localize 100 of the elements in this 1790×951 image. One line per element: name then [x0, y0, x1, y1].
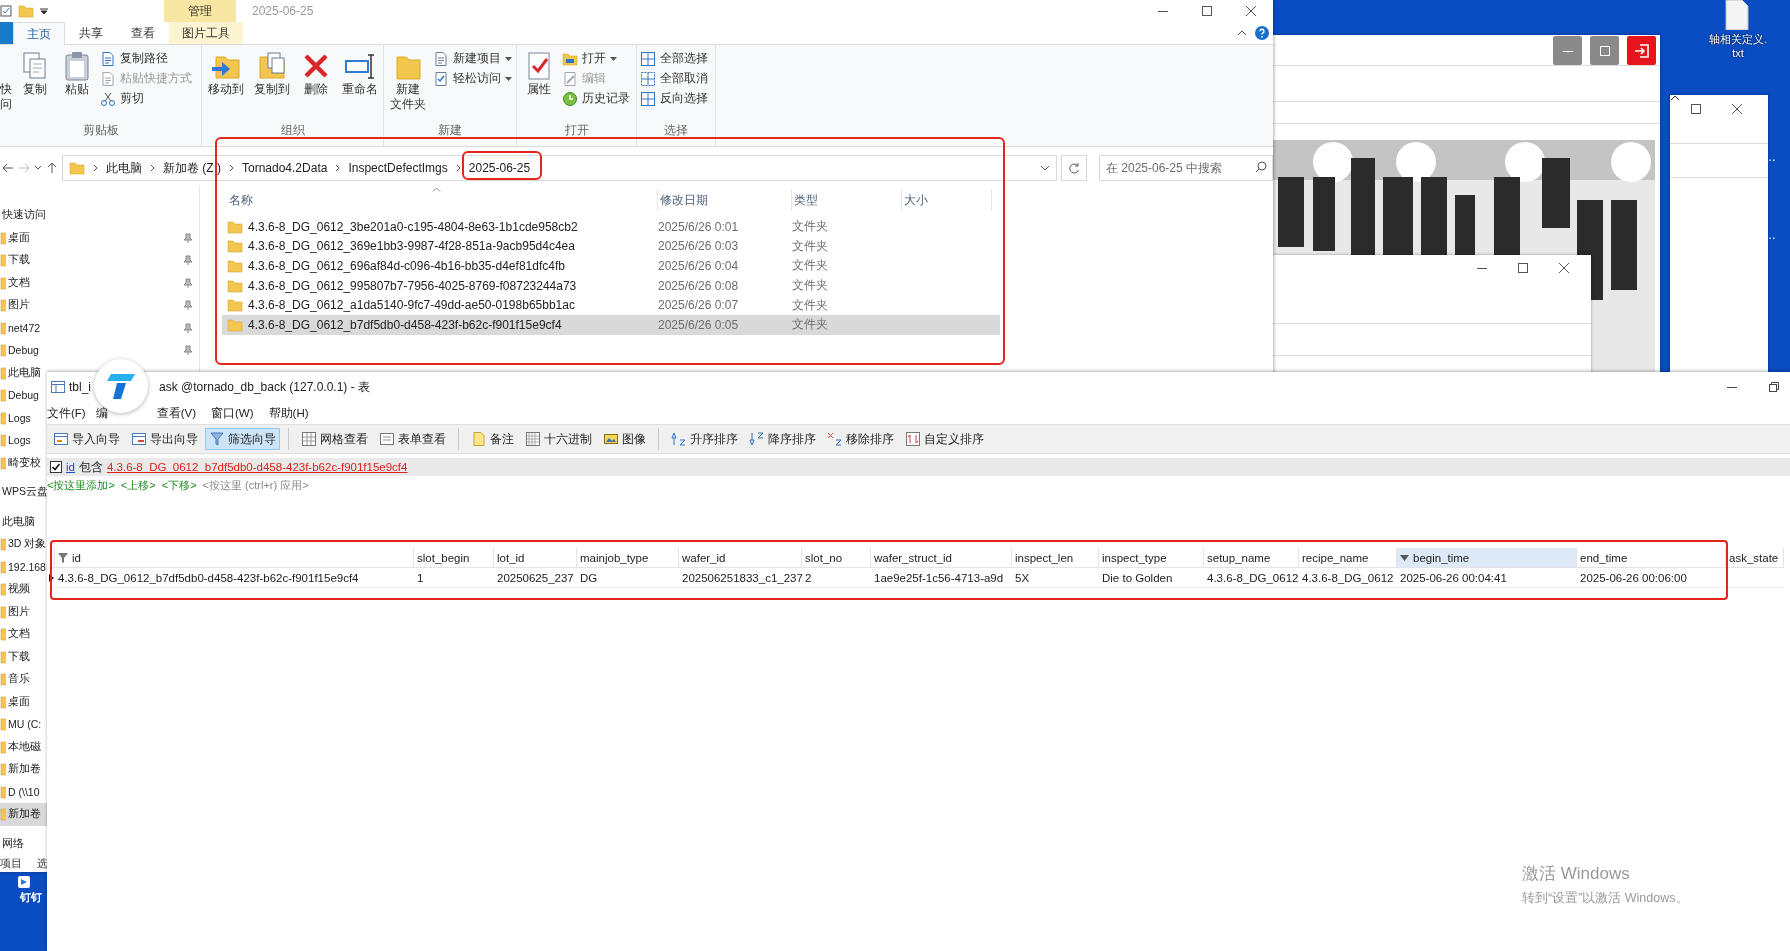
nav-item[interactable]: Logs — [0, 406, 47, 429]
nav-item[interactable]: 图片 — [0, 600, 47, 623]
ribbon-tab[interactable]: 主页 — [13, 22, 65, 45]
nav-item[interactable]: 新加卷 — [0, 758, 47, 781]
nav-item[interactable]: 快速访问 — [0, 204, 199, 227]
file-row[interactable]: 4.3.6-8_DG_0612_995807b7-7956-4025-8769-f08723244a73 2025/6/26 0:08 文件夹 — [222, 275, 1000, 296]
ribbon-button[interactable]: 快 问 — [0, 48, 12, 123]
column-header[interactable]: wafer_id — [679, 548, 802, 568]
nav-item[interactable]: 畸变校 — [0, 451, 47, 474]
ribbon-button[interactable]: 轻松访问 — [433, 70, 512, 87]
column-header[interactable]: mainjob_type — [577, 548, 679, 568]
breadcrumb-item[interactable]: InspectDefectImgs — [348, 161, 448, 175]
toolbar-button[interactable]: 导入向导 — [49, 428, 124, 450]
column-header[interactable]: 大小 — [902, 189, 992, 211]
ribbon-button[interactable]: 粘贴 — [58, 48, 96, 123]
column-header[interactable]: wafer_struct_id — [871, 548, 1012, 568]
nav-item[interactable]: 下载 — [0, 249, 199, 272]
ribbon-button[interactable]: 移动到 — [205, 48, 247, 123]
toolbar-button[interactable]: 移除排序 — [823, 428, 898, 450]
menu-item[interactable]: 文件(F) — [47, 405, 86, 421]
column-header[interactable]: inspect_len — [1012, 548, 1099, 568]
ribbon-button[interactable]: 复制 — [16, 48, 54, 123]
ribbon-tab[interactable]: 图片工具 — [169, 22, 243, 44]
ribbon-button[interactable]: 新建项目 — [433, 50, 512, 67]
menu-item[interactable]: 帮助(H) — [268, 405, 309, 421]
toolbar-button[interactable]: 升序排序 — [667, 428, 742, 450]
ribbon-button[interactable]: 历史记录 — [562, 90, 630, 107]
ribbon-button[interactable]: 删除 — [297, 48, 335, 123]
nav-item[interactable]: 桌面 — [0, 226, 199, 249]
column-header[interactable]: setup_name — [1204, 548, 1299, 568]
toolbar-button[interactable]: 自定义排序 — [901, 428, 988, 450]
ribbon-button[interactable]: 剪切 — [100, 90, 192, 107]
column-header[interactable]: ask_state — [1726, 548, 1784, 568]
nav-item[interactable]: Logs — [0, 429, 47, 452]
toolbar-button[interactable]: 筛选向导 — [205, 428, 280, 450]
menu-item[interactable]: 窗口(W) — [211, 405, 254, 421]
nav-item[interactable]: 3D 对象 — [0, 533, 47, 556]
nav-item[interactable]: 网络 — [0, 832, 49, 855]
menu-item[interactable]: 查看(V) — [156, 405, 197, 421]
menu-item[interactable]: 编 — [95, 405, 108, 421]
ribbon-tab[interactable]: 查看 — [117, 22, 169, 44]
field-link[interactable]: id — [66, 461, 75, 473]
nav-item[interactable]: net472 — [0, 316, 199, 339]
column-header[interactable]: lot_id — [494, 548, 577, 568]
column-header[interactable]: end_time — [1577, 548, 1726, 568]
toolbar-button[interactable]: 备注 — [467, 428, 518, 450]
search-field[interactable]: 在 2025-06-25 中搜索 — [1099, 155, 1273, 181]
nav-item[interactable]: 桌面 — [0, 690, 47, 713]
nav-item[interactable]: 本地磁 — [0, 735, 47, 758]
file-row[interactable]: 4.3.6-8_DG_0612_696af84d-c096-4b16-bb35-d4ef81dfc4fb 2025/6/26 0:04 文件夹 — [222, 256, 1000, 276]
column-header[interactable]: 修改日期 — [658, 189, 792, 211]
app-label[interactable]: 钉钉 — [6, 890, 42, 905]
toolbar-button[interactable]: 网格查看 — [297, 428, 372, 450]
ribbon-button[interactable]: 复制路径 — [100, 50, 192, 67]
ribbon-button[interactable]: 复制到 — [251, 48, 293, 123]
ribbon-button[interactable]: 属性 — [520, 48, 558, 123]
nav-item[interactable]: Debug — [0, 339, 199, 362]
nav-item[interactable]: 新加卷 — [0, 803, 47, 826]
action-link[interactable]: <上移> — [120, 477, 156, 493]
toolbar-button[interactable]: 导出向导 — [127, 428, 202, 450]
file-row[interactable]: 4.3.6-8_DG_0612_b7df5db0-d458-423f-b62c-f901f15e9cf4 2025/6/26 0:05 文件夹 — [222, 314, 1000, 335]
action-link[interactable]: <下移> — [161, 477, 197, 493]
nav-item[interactable]: 下载 — [0, 645, 47, 668]
nav-item[interactable]: MU (C: — [0, 713, 47, 736]
action-link[interactable]: <按这里添加> — [47, 477, 115, 493]
ribbon-button[interactable]: 打开 — [562, 50, 630, 67]
toolbar-button[interactable]: 降序排序 — [745, 428, 820, 450]
column-header[interactable]: 名称 — [227, 189, 658, 211]
column-header[interactable]: inspect_type — [1099, 548, 1204, 568]
breadcrumb-item[interactable]: 此电脑 — [106, 159, 142, 177]
nav-item[interactable]: 视频 — [0, 578, 47, 601]
breadcrumb-item[interactable]: Tornado4.2Data — [242, 161, 328, 175]
nav-item[interactable]: D (\\10 — [0, 780, 47, 803]
file-row[interactable]: 4.3.6-8_DG_0612_a1da5140-9fc7-49dd-ae50-0198b65bb1ac 2025/6/26 0:07 文件夹 — [222, 295, 1000, 315]
nav-item[interactable]: 文档 — [0, 271, 199, 294]
ribbon-button[interactable]: 新建 文件夹 — [387, 48, 429, 123]
column-header[interactable]: slot_no — [802, 548, 871, 568]
ribbon-button[interactable]: 全部取消 — [640, 70, 708, 87]
nav-item[interactable]: Debug — [0, 384, 47, 407]
toolbar-button[interactable]: 表单查看 — [375, 428, 450, 450]
column-header[interactable]: begin_time — [1397, 548, 1577, 568]
nav-item[interactable]: 此电脑 — [0, 361, 47, 384]
file-row[interactable]: 4.3.6-8_DG_0612_369e1bb3-9987-4f28-851a-9acb95d4c4ea 2025/6/26 0:03 文件夹 — [222, 236, 1000, 257]
nav-item[interactable]: 192.168 — [0, 555, 47, 578]
ribbon-tab[interactable]: 共享 — [65, 22, 117, 44]
nav-item[interactable]: 音乐 — [0, 668, 47, 691]
column-header[interactable]: 类型 — [792, 189, 902, 211]
column-header[interactable]: id — [55, 548, 414, 568]
ribbon-button[interactable]: 重命名 — [339, 48, 381, 123]
nav-item[interactable]: 图片 — [0, 294, 199, 317]
toolbar-button[interactable]: 图像 — [599, 428, 650, 450]
nav-item[interactable]: 此电脑 — [0, 510, 49, 533]
file-row[interactable]: 4.3.6-8_DG_0612_3be201a0-c195-4804-8e63-1b1cde958cb2 2025/6/26 0:01 文件夹 — [222, 217, 1000, 237]
breadcrumb-item[interactable]: 2025-06-25 — [468, 161, 531, 175]
column-header[interactable]: slot_begin — [414, 548, 494, 568]
value-link[interactable]: 4.3.6-8_DG_0612_b7df5db0-d458-423f-b62c-f901f15e9cf4 — [106, 461, 408, 473]
ribbon-button[interactable]: 反向选择 — [640, 90, 708, 107]
nav-item[interactable]: 文档 — [0, 623, 47, 646]
toolbar-button[interactable]: 十六进制 — [521, 428, 596, 450]
ribbon-button[interactable]: 全部选择 — [640, 50, 708, 67]
